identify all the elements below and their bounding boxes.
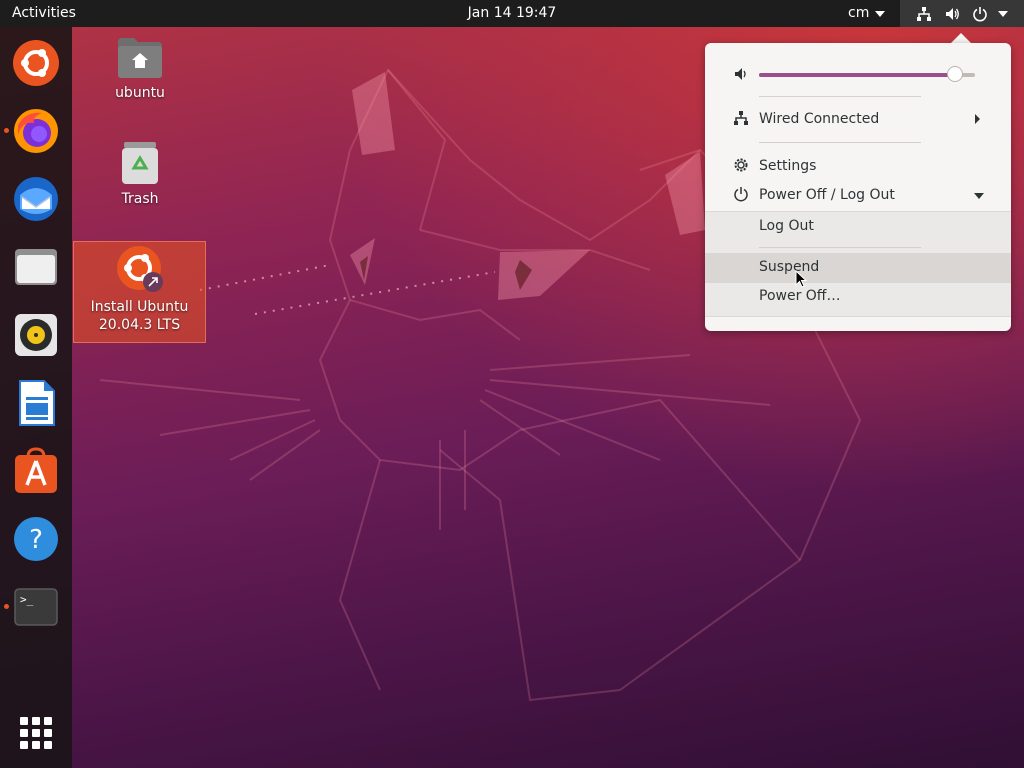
- power-label: Power Off / Log Out: [759, 187, 895, 203]
- network-label: Wired Connected: [759, 111, 880, 127]
- mouse-pointer-icon: [795, 270, 807, 288]
- volume-icon: [946, 8, 959, 20]
- poweroff-label: Power Off…: [759, 288, 841, 304]
- help-icon[interactable]: ?: [12, 515, 60, 563]
- home-folder-label: ubuntu: [115, 85, 165, 101]
- ubuntu-installer-icon: [116, 246, 163, 292]
- desktop-trash[interactable]: Trash: [100, 140, 180, 208]
- chevron-down-icon[interactable]: [875, 11, 885, 17]
- separator: [759, 96, 921, 97]
- suspend-item[interactable]: Suspend: [705, 256, 1011, 282]
- libreoffice-writer-icon[interactable]: [12, 379, 60, 427]
- settings-item[interactable]: Settings: [705, 154, 1011, 178]
- chevron-right-icon: [975, 114, 980, 124]
- install-ubuntu-shortcut[interactable]: Install Ubuntu 20.04.3 LTS: [73, 244, 206, 334]
- trash-label: Trash: [121, 191, 159, 207]
- desktop-home-folder[interactable]: ubuntu: [100, 36, 180, 102]
- network-wired-icon: [917, 7, 931, 21]
- chevron-down-icon: [998, 11, 1008, 17]
- network-item[interactable]: Wired Connected: [705, 107, 1011, 131]
- gear-icon: [734, 158, 748, 172]
- chevron-down-icon: [974, 193, 984, 199]
- network-wired-icon: [734, 111, 748, 125]
- volume-slider-handle[interactable]: [947, 66, 963, 82]
- system-menu: Wired Connected Settings Power Off / Log…: [705, 43, 1011, 331]
- logout-label: Log Out: [759, 218, 814, 234]
- install-label-line2: 20.04.3 LTS: [98, 317, 181, 333]
- ubuntu-installer-icon[interactable]: [12, 39, 60, 87]
- show-applications-icon[interactable]: [20, 717, 52, 749]
- svg-text:>_: >_: [20, 593, 34, 606]
- poweroff-item[interactable]: Power Off…: [705, 286, 1011, 312]
- firefox-icon[interactable]: [12, 107, 60, 155]
- input-method-indicator[interactable]: cm: [848, 5, 869, 21]
- separator: [759, 247, 921, 248]
- volume-slider-fill: [759, 73, 955, 77]
- power-icon: [734, 187, 748, 202]
- thunderbird-icon[interactable]: [12, 175, 60, 223]
- terminal-icon[interactable]: >_: [12, 583, 60, 631]
- clock[interactable]: Jan 14 19:47: [0, 5, 1024, 21]
- rhythmbox-icon[interactable]: [12, 311, 60, 359]
- home-folder-icon: [118, 38, 162, 78]
- volume-icon: [735, 68, 746, 80]
- power-item[interactable]: Power Off / Log Out: [705, 183, 1011, 207]
- dock: ? >_: [0, 27, 72, 768]
- system-menu-button[interactable]: [900, 0, 1024, 27]
- volume-slider[interactable]: [759, 66, 975, 82]
- power-icon: [973, 7, 987, 22]
- power-submenu: Log Out Suspend Power Off…: [705, 211, 1011, 317]
- suspend-label: Suspend: [759, 259, 820, 275]
- separator: [759, 142, 921, 143]
- top-bar: Activities Jan 14 19:47 cm: [0, 0, 1024, 27]
- install-label-line1: Install Ubuntu: [90, 299, 189, 315]
- ubuntu-software-icon[interactable]: [12, 447, 60, 495]
- logout-item[interactable]: Log Out: [705, 214, 1011, 240]
- svg-text:?: ?: [29, 525, 43, 555]
- running-indicator: [4, 128, 9, 133]
- running-indicator: [4, 604, 9, 609]
- settings-label: Settings: [759, 158, 817, 174]
- files-icon[interactable]: [12, 243, 60, 291]
- trash-icon: [122, 142, 158, 184]
